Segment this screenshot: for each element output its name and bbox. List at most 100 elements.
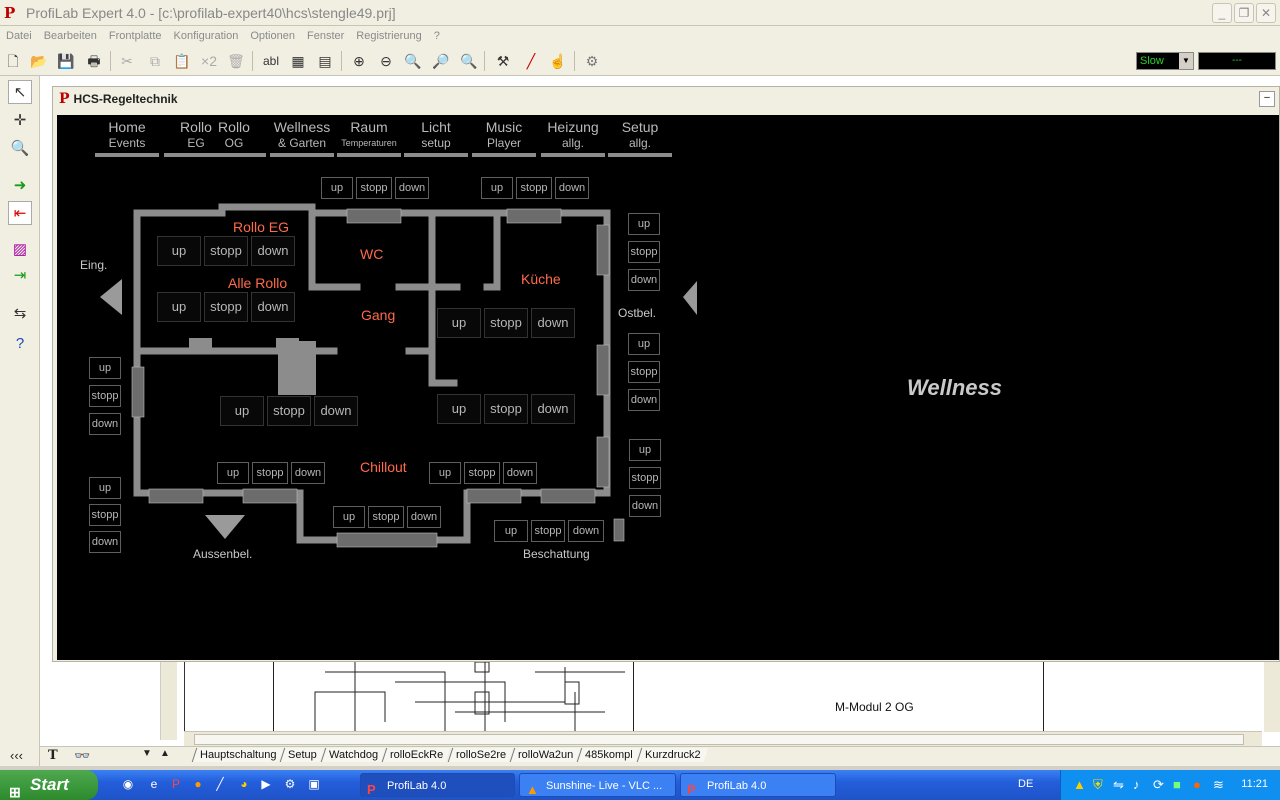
antivirus-icon[interactable]: ● bbox=[1193, 777, 1201, 792]
stopp-button[interactable]: stopp bbox=[267, 396, 311, 426]
down-button[interactable]: down bbox=[628, 269, 660, 291]
minimize-button[interactable]: _ bbox=[1212, 3, 1232, 23]
up-button[interactable]: up bbox=[628, 213, 660, 235]
switch-view-icon[interactable]: ⇆ bbox=[8, 302, 32, 326]
sync-icon[interactable]: ⟳ bbox=[1153, 777, 1164, 793]
up-button[interactable]: up bbox=[89, 357, 121, 379]
text-tool-icon[interactable]: abl bbox=[260, 50, 282, 72]
utility-icon[interactable]: ⚙ bbox=[282, 776, 298, 792]
tab-setup[interactable]: Setup bbox=[280, 748, 325, 762]
tab-rolloeckre[interactable]: rolloEckRe bbox=[382, 748, 451, 762]
stopp-button[interactable]: stopp bbox=[629, 467, 661, 489]
help-pointer-icon[interactable]: ? bbox=[8, 332, 32, 356]
menu-frontplatte[interactable]: Frontplatte bbox=[109, 30, 162, 42]
up-button[interactable]: up bbox=[429, 462, 461, 484]
arrow-up-icon[interactable]: ▲ bbox=[160, 748, 170, 759]
down-button[interactable]: down bbox=[555, 177, 589, 199]
up-button[interactable]: up bbox=[628, 333, 660, 355]
shield-icon[interactable]: ⛨ bbox=[1093, 777, 1103, 793]
binoculars-icon[interactable]: 👓 bbox=[74, 748, 90, 764]
tab-kurzdruck2[interactable]: Kurzdruck2 bbox=[636, 748, 708, 762]
task-vlc[interactable]: ▲ Sunshine- Live - VLC ... bbox=[519, 773, 676, 797]
zoom-fit-icon[interactable]: 🔍 bbox=[402, 50, 424, 72]
tool-icon[interactable]: ╱ bbox=[212, 776, 228, 792]
up-button[interactable]: up bbox=[481, 177, 513, 199]
text-icon[interactable]: T bbox=[48, 748, 58, 763]
status-icon[interactable]: ■ bbox=[1173, 777, 1181, 792]
speed-select[interactable]: Slow ▼ bbox=[1136, 52, 1194, 70]
duplicate-icon[interactable]: ×2 bbox=[198, 50, 220, 72]
zoom-out-icon[interactable]: ⊖ bbox=[375, 50, 397, 72]
down-button[interactable]: down bbox=[314, 396, 358, 426]
language-indicator[interactable]: DE bbox=[1018, 778, 1033, 790]
down-button[interactable]: down bbox=[407, 506, 441, 528]
magnifier-icon[interactable]: 🔍 bbox=[8, 137, 32, 161]
up-button[interactable]: up bbox=[437, 308, 481, 338]
menu-help[interactable]: ? bbox=[434, 30, 440, 42]
paste-icon[interactable]: 📋 bbox=[171, 50, 193, 72]
schematic-sheet[interactable]: M-Modul 2 OG bbox=[184, 662, 1264, 732]
wifi-icon[interactable]: ≋ bbox=[1213, 777, 1224, 793]
task-profilab-2[interactable]: P ProfiLab 4.0 bbox=[680, 773, 836, 797]
stopp-button[interactable]: stopp bbox=[484, 394, 528, 424]
save-icon[interactable]: 💾 bbox=[55, 50, 77, 72]
down-button[interactable]: down bbox=[251, 236, 295, 266]
tab-rollose2re[interactable]: rolloSe2re bbox=[447, 748, 513, 762]
pointer-icon[interactable]: ↖ bbox=[8, 80, 32, 104]
menu-fenster[interactable]: Fenster bbox=[307, 30, 344, 42]
up-button[interactable]: up bbox=[494, 520, 528, 542]
down-button[interactable]: down bbox=[629, 495, 661, 517]
zoom-reset-icon[interactable]: 🔍 bbox=[458, 50, 480, 72]
menu-optionen[interactable]: Optionen bbox=[250, 30, 295, 42]
tab-rollowa2un[interactable]: rolloWa2un bbox=[509, 748, 581, 762]
up-button[interactable]: up bbox=[321, 177, 353, 199]
print-icon[interactable]: 🖶 bbox=[83, 50, 105, 72]
stopp-button[interactable]: stopp bbox=[204, 236, 248, 266]
up-button[interactable]: up bbox=[217, 462, 249, 484]
stopp-button[interactable]: stopp bbox=[464, 462, 500, 484]
down-button[interactable]: down bbox=[531, 394, 575, 424]
up-button[interactable]: up bbox=[333, 506, 365, 528]
down-button[interactable]: down bbox=[395, 177, 429, 199]
cut-icon[interactable]: ✂ bbox=[116, 50, 138, 72]
profilab-icon[interactable]: P bbox=[168, 776, 184, 792]
tab-485kompl[interactable]: 485kompl bbox=[576, 748, 640, 762]
ie-icon[interactable]: e bbox=[146, 776, 162, 792]
down-button[interactable]: down bbox=[291, 462, 325, 484]
stopp-button[interactable]: stopp bbox=[628, 241, 660, 263]
crosshair-icon[interactable]: ✛ bbox=[8, 109, 32, 133]
stopp-button[interactable]: stopp bbox=[89, 504, 121, 526]
scroll-thumb[interactable] bbox=[194, 734, 1244, 745]
delete-icon[interactable]: 🗑 bbox=[225, 50, 247, 72]
minimize-button[interactable]: – bbox=[1259, 91, 1275, 107]
menu-datei[interactable]: Datei bbox=[6, 30, 32, 42]
down-button[interactable]: down bbox=[89, 531, 121, 553]
down-button[interactable]: down bbox=[503, 462, 537, 484]
up-button[interactable]: up bbox=[157, 236, 201, 266]
stop-icon[interactable]: ⇤ bbox=[8, 201, 32, 225]
grid-icon[interactable]: ▦ bbox=[287, 50, 309, 72]
up-button[interactable]: up bbox=[629, 439, 661, 461]
app-icon[interactable]: ▣ bbox=[306, 776, 322, 792]
stopp-button[interactable]: stopp bbox=[368, 506, 404, 528]
down-button[interactable]: down bbox=[531, 308, 575, 338]
task-profilab-1[interactable]: P ProfiLab 4.0 bbox=[360, 773, 515, 797]
stopp-button[interactable]: stopp bbox=[204, 292, 248, 322]
settings-gear-icon[interactable]: ⚙ bbox=[581, 50, 603, 72]
down-button[interactable]: down bbox=[89, 413, 121, 435]
start-button[interactable]: ⊞ Start bbox=[0, 770, 98, 800]
chrome-icon[interactable]: ◕ bbox=[236, 776, 252, 792]
hand-icon[interactable]: ☝ bbox=[547, 50, 569, 72]
zoom-page-icon[interactable]: 🔎 bbox=[430, 50, 452, 72]
tab-hauptschaltung[interactable]: Hauptschaltung bbox=[191, 748, 284, 762]
player-icon[interactable]: ▶ bbox=[258, 776, 274, 792]
stopp-button[interactable]: stopp bbox=[484, 308, 528, 338]
close-button[interactable]: ✕ bbox=[1256, 3, 1276, 23]
down-button[interactable]: down bbox=[628, 389, 660, 411]
left-scrollbar[interactable] bbox=[160, 660, 177, 740]
stopp-button[interactable]: stopp bbox=[516, 177, 552, 199]
menu-konfiguration[interactable]: Konfiguration bbox=[174, 30, 239, 42]
down-button[interactable]: down bbox=[568, 520, 604, 542]
tab-watchdog[interactable]: Watchdog bbox=[320, 748, 386, 762]
network-icon[interactable]: ⇋ bbox=[1113, 777, 1124, 793]
